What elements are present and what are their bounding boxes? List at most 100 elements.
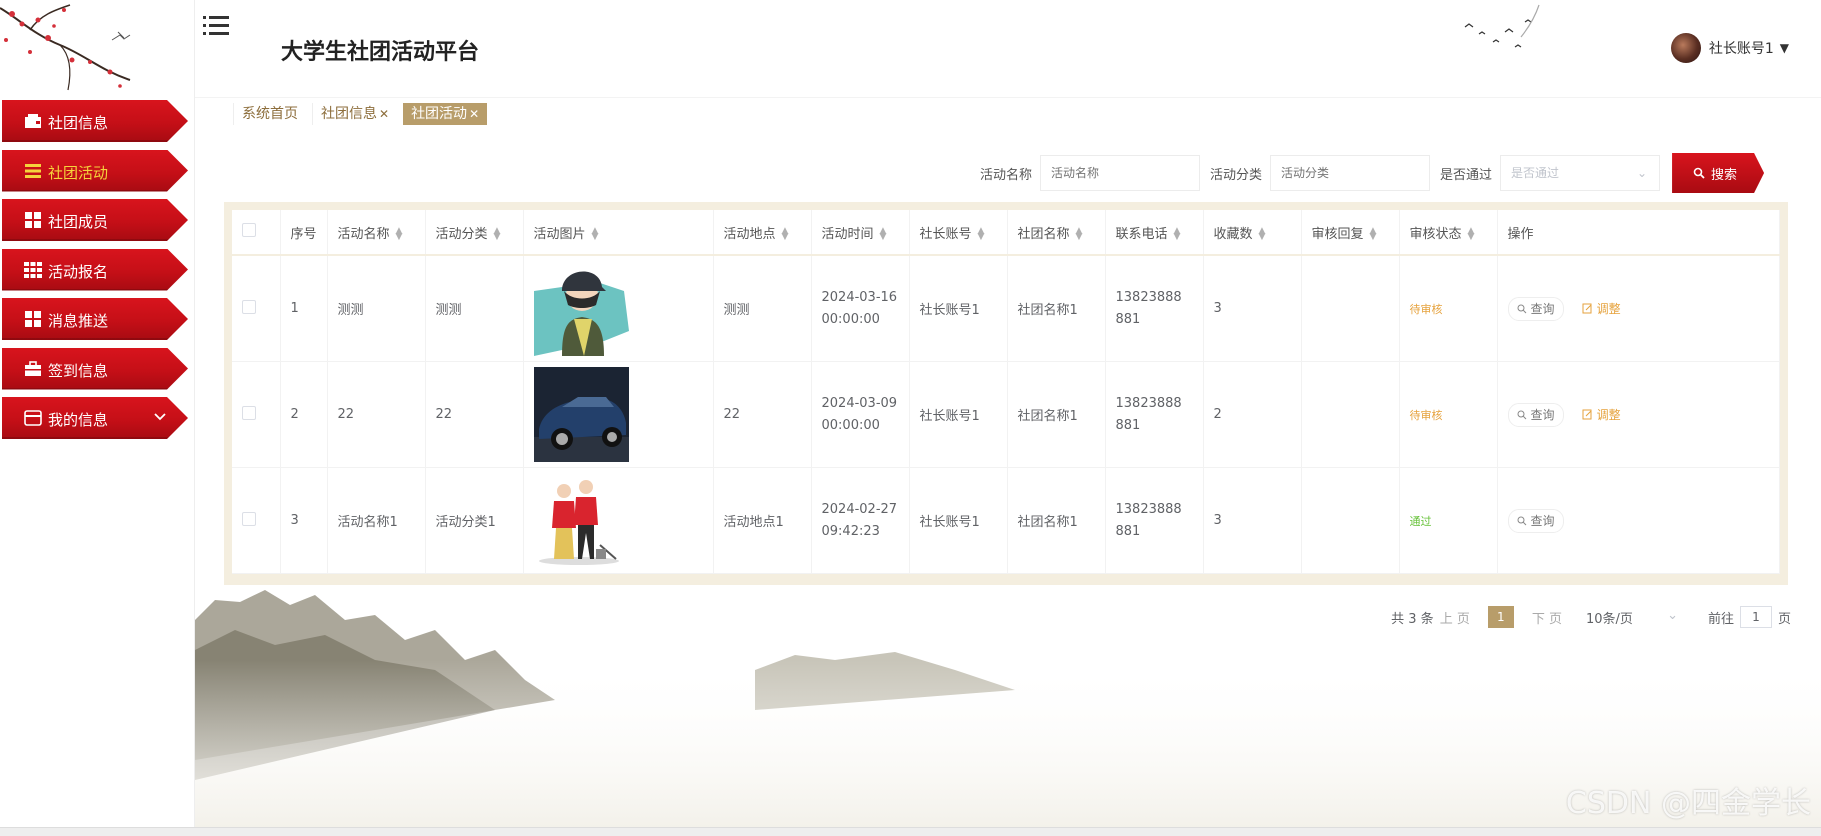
cell-image xyxy=(523,467,714,574)
birds-decoration xyxy=(1464,4,1540,48)
column-header[interactable]: 活动图片 ▲ ▼ xyxy=(523,210,714,256)
card-icon xyxy=(24,410,42,426)
search-icon xyxy=(1517,516,1526,525)
sidebar-item-activity-signup[interactable]: 活动报名 xyxy=(0,248,188,291)
sort-icon[interactable]: ▲ ▼ xyxy=(880,227,887,242)
sort-icon[interactable]: ▲ ▼ xyxy=(1174,227,1181,242)
tab-home[interactable]: 系统首页 xyxy=(233,103,306,125)
cell-time: 2024-03-16 00:00:00 xyxy=(811,255,910,362)
row-checkbox[interactable] xyxy=(242,299,256,314)
cell-club: 社团名称1 xyxy=(1007,361,1106,468)
table-row: 3 活动名称1 活动分类1 活动地点1 2024-02-27 09:42:23 社… xyxy=(232,467,1780,574)
sort-icon[interactable]: ▲ ▼ xyxy=(1076,227,1083,242)
column-header[interactable]: 活动时间 ▲ ▼ xyxy=(811,210,910,256)
cell-category: 活动分类1 xyxy=(425,467,524,574)
adjust-button[interactable]: 调整 xyxy=(1581,403,1621,425)
column-header[interactable]: 审核状态 ▲ ▼ xyxy=(1399,210,1498,256)
grid-icon xyxy=(25,212,41,228)
activity-category-label: 活动分类 xyxy=(1210,167,1263,183)
sidebar-item-label: 社团活动 xyxy=(48,163,109,182)
column-header[interactable]: 审核回复 ▲ ▼ xyxy=(1301,210,1400,256)
cell-index: 2 xyxy=(280,361,328,468)
page-number-button[interactable]: 1 xyxy=(1487,606,1514,628)
cell-actions: 查询 调整 xyxy=(1497,255,1780,362)
cell-index: 3 xyxy=(280,467,328,574)
goto-page-input[interactable] xyxy=(1739,606,1772,628)
view-button[interactable]: 查询 xyxy=(1507,402,1564,427)
goto-label: 前往 xyxy=(1707,611,1734,627)
edit-icon xyxy=(1582,303,1592,313)
cell-location: 活动地点1 xyxy=(713,467,812,574)
pagination-total: 共 3 条 xyxy=(1391,611,1434,627)
sidebar-item-checkin-info[interactable]: 签到信息 xyxy=(0,347,188,390)
row-checkbox[interactable] xyxy=(242,511,256,526)
next-page-button[interactable]: 下 页 xyxy=(1532,608,1562,627)
column-header[interactable]: 活动名称 ▲ ▼ xyxy=(327,210,426,256)
app-title: 大学生社团活动平台 xyxy=(281,40,480,65)
apps-icon xyxy=(24,261,42,278)
sidebar-item-label: 活动报名 xyxy=(48,262,109,281)
briefcase-icon xyxy=(25,360,41,376)
sidebar-item-club-activity[interactable]: 社团活动 xyxy=(0,149,188,192)
caret-down-icon: ▼ xyxy=(1779,41,1789,55)
cell-account: 社长账号1 xyxy=(909,467,1008,574)
tab-bar: 系统首页 社团信息 ✕ 社团活动 ✕ xyxy=(233,103,493,125)
sort-icon[interactable]: ▲ ▼ xyxy=(1370,227,1377,242)
adjust-button[interactable]: 调整 xyxy=(1581,297,1621,319)
sidebar-item-club-info[interactable]: 社团信息 xyxy=(0,100,188,142)
sort-icon[interactable]: ▲ ▼ xyxy=(1468,227,1475,242)
cell-status: 待审核 xyxy=(1399,361,1498,468)
view-button[interactable]: 查询 xyxy=(1507,296,1564,321)
cell-name: 测测 xyxy=(327,255,426,362)
blue-car-image xyxy=(533,367,629,462)
activity-category-input[interactable] xyxy=(1270,155,1431,191)
sidebar-item-label: 我的信息 xyxy=(48,411,109,429)
column-header[interactable]: 活动分类 ▲ ▼ xyxy=(425,210,524,256)
column-header[interactable]: 社团名称 ▲ ▼ xyxy=(1007,210,1106,256)
search-button[interactable]: 搜索 xyxy=(1672,153,1765,193)
close-icon[interactable]: ✕ xyxy=(469,107,479,121)
cell-favorites: 2 xyxy=(1203,361,1302,468)
view-button[interactable]: 查询 xyxy=(1507,508,1564,533)
column-header[interactable]: 收藏数 ▲ ▼ xyxy=(1203,210,1302,256)
sort-icon[interactable]: ▲ ▼ xyxy=(494,227,501,242)
select-all-cell[interactable] xyxy=(232,210,281,256)
sort-icon[interactable]: ▲ ▼ xyxy=(978,227,985,242)
column-header[interactable]: 社长账号 ▲ ▼ xyxy=(909,210,1008,256)
tab-club-activity[interactable]: 社团活动 ✕ xyxy=(403,103,488,125)
search-form: 活动名称 活动分类 是否通过 是否通过 ⌄ 搜索 xyxy=(980,153,1765,193)
sort-icon[interactable]: ▲ ▼ xyxy=(396,227,403,242)
cell-location: 测测 xyxy=(713,255,812,362)
sidebar-item-club-members[interactable]: 社团成员 xyxy=(0,199,188,241)
cell-category: 测测 xyxy=(425,255,524,362)
approved-select[interactable]: 是否通过 ⌄ xyxy=(1500,155,1661,191)
sidebar-item-message-push[interactable]: 消息推送 xyxy=(0,298,188,340)
sidebar-item-my-info[interactable]: 我的信息 xyxy=(0,397,188,439)
column-header[interactable]: 活动地点 ▲ ▼ xyxy=(713,210,812,256)
bottom-bar xyxy=(0,827,1821,836)
cell-phone: 13823888881 xyxy=(1105,467,1204,574)
cell-image xyxy=(523,361,714,468)
cell-status: 待审核 xyxy=(1399,255,1498,362)
activity-table: 序号 活动名称 ▲ ▼ 活动分类 ▲ ▼ 活动图片 ▲ ▼ 活动地点 ▲ ▼ 活动时间 ▲ ▼ 社长… xyxy=(232,210,1780,574)
sort-icon[interactable]: ▲ ▼ xyxy=(592,227,599,242)
row-checkbox[interactable] xyxy=(242,405,256,420)
page-size-select[interactable]: 10条/页 ⌄ xyxy=(1586,608,1678,627)
chevron-down-icon: ⌄ xyxy=(1636,166,1648,180)
hamburger-menu-icon[interactable] xyxy=(203,14,229,38)
activity-name-input[interactable] xyxy=(1040,155,1201,191)
sort-icon[interactable]: ▲ ▼ xyxy=(1259,227,1266,242)
column-header[interactable]: 联系电话 ▲ ▼ xyxy=(1105,210,1204,256)
wallet-icon xyxy=(25,114,41,128)
tab-club-info[interactable]: 社团信息 ✕ xyxy=(312,103,397,125)
sidebar-menu: 社团信息 社团活动 社团成员 活动报名 消息推送 签到信息 我的信息 xyxy=(0,100,194,447)
close-icon[interactable]: ✕ xyxy=(379,107,389,121)
select-all-checkbox[interactable] xyxy=(242,223,256,237)
sort-icon[interactable]: ▲ ▼ xyxy=(782,227,789,242)
user-menu[interactable]: 社长账号1 ▼ xyxy=(1670,32,1789,64)
chevron-down-icon: ⌄ xyxy=(1667,607,1678,623)
edit-icon xyxy=(1582,409,1592,419)
prev-page-button[interactable]: 上 页 xyxy=(1440,608,1470,627)
cell-favorites: 3 xyxy=(1203,255,1302,362)
search-button-label: 搜索 xyxy=(1711,167,1738,183)
